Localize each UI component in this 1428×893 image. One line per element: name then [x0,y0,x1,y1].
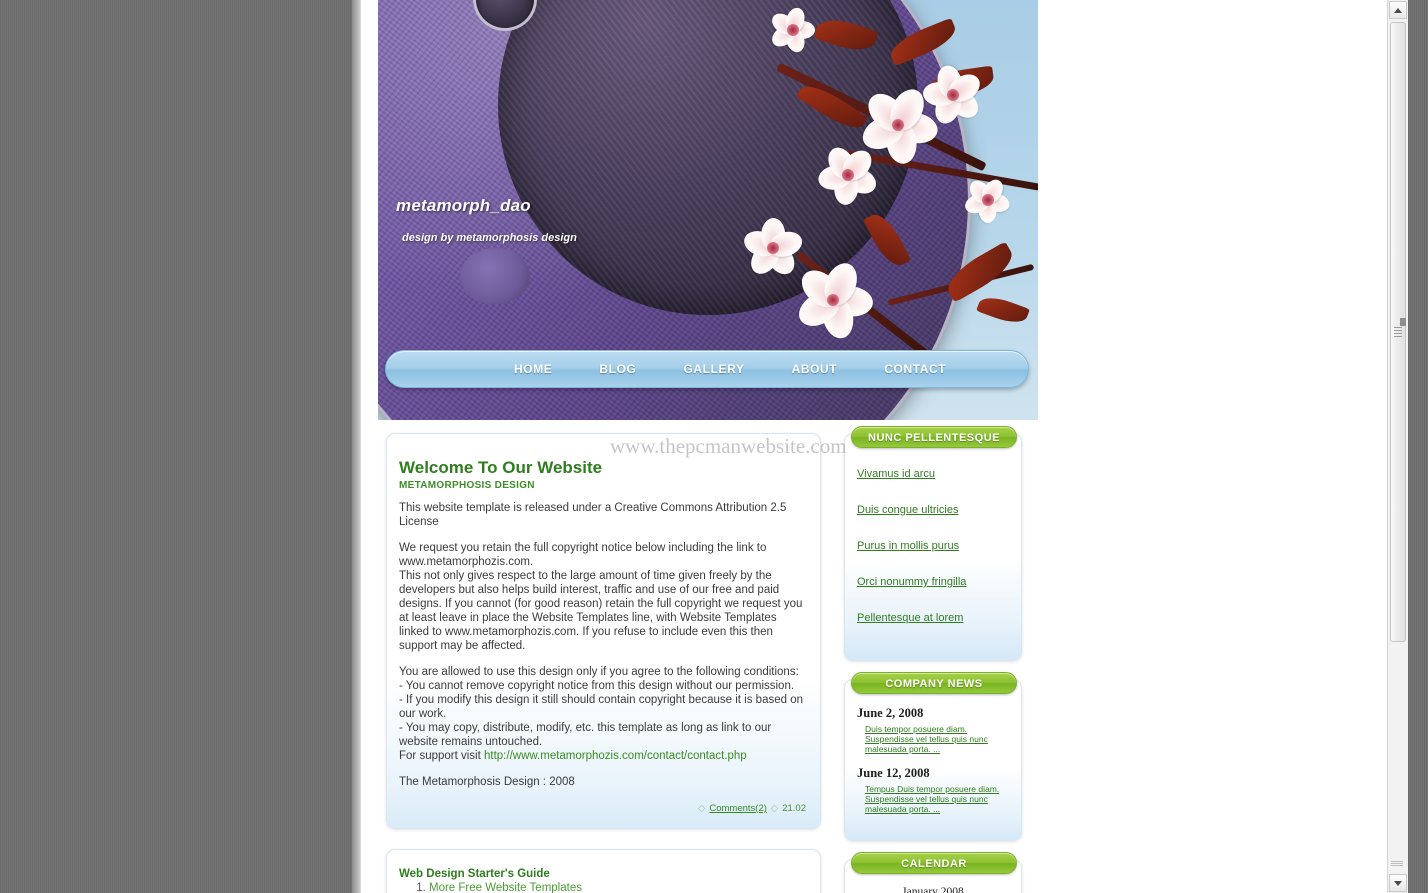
post-paragraph-1: This website template is released under … [399,502,787,528]
nav-item-gallery[interactable]: GALLERY [683,362,744,376]
sidebar-column: NUNC PELLENTESQUE Vivamus id arcu Duis co… [844,426,1022,893]
news-date: June 2, 2008 [857,706,924,720]
branch-leaf [886,17,960,67]
scrollbar-thumb[interactable] [1390,22,1406,642]
site-tagline: design by metamorphosis design [402,232,577,244]
nav-item-about[interactable]: ABOUT [792,362,838,376]
news-excerpt-link[interactable]: Tempus Duis tempor posuere diam. Suspend… [865,784,1009,814]
scroll-up-button[interactable] [1389,1,1407,19]
widget-company-news: COMPANY NEWS June 2, 2008 Duis tempor pos… [844,672,1022,841]
sidebar-link[interactable]: Purus in mollis purus [857,540,959,552]
site-title: metamorph_dao [396,196,531,215]
list-item: Purus in mollis purus [857,536,1009,554]
branch-leaf [862,208,912,272]
list-item: Duis congue ultricies [857,500,1009,518]
meta-bullet-icon: ◇ [770,803,779,814]
main-navigation[interactable]: HOME BLOG GALLERY ABOUT CONTACT [385,350,1029,388]
widget-pellentesque: NUNC PELLENTESQUE Vivamus id arcu Duis co… [844,426,1022,661]
post-welcome: Welcome To Our Website METAMORPHOSIS DES… [386,433,821,829]
vertical-scrollbar[interactable] [1387,0,1408,893]
support-prefix: For support visit [399,750,484,762]
window-left-edge [352,0,360,893]
post-paragraph-2: We request you retain the full copyright… [399,542,803,652]
chevron-down-icon [1394,880,1402,886]
widget-pellentesque-title: NUNC PELLENTESQUE [851,426,1017,448]
stone-lower-hole [460,248,530,304]
guide-list: More Free Website TemplatesFlash Templat… [399,882,806,893]
widget-calendar-title: CALENDAR [851,852,1017,874]
news-entry-list: June 2, 2008 Duis tempor posuere diam. Su… [857,706,1009,814]
guide-title: Web Design Starter's Guide [399,868,550,880]
chevron-up-icon [1394,7,1402,13]
window-edge-marker [1400,318,1406,326]
website-wrapper: metamorph_dao design by metamorphosis de… [378,0,1038,893]
guide-link[interactable]: More Free Website Templates [429,882,582,893]
list-item: Vivamus id arcu [857,464,1009,482]
scroll-down-button[interactable] [1389,874,1407,892]
header-title-group: metamorph_dao design by metamorphosis de… [396,196,577,244]
sidebar-link[interactable]: Vivamus id arcu [857,468,935,480]
news-entry: June 12, 2008 Tempus Duis tempor posuere … [857,766,1009,814]
browser-page-canvas: metamorph_dao design by metamorphosis de… [360,0,1408,893]
main-content-column: Welcome To Our Website METAMORPHOSIS DES… [386,433,821,893]
post-title: Welcome To Our Website [399,458,603,477]
post-subtitle: METAMORPHOSIS DESIGN [399,480,535,491]
scrollbar-grip-icon [1394,327,1402,337]
sidebar-link[interactable]: Duis congue ultricies [857,504,959,516]
list-item: Orci nonummy fringilla [857,572,1009,590]
guide-list-item: More Free Website Templates [429,882,806,893]
list-item: Pellentesque at lorem [857,608,1009,626]
post-guide: Web Design Starter's Guide More Free Web… [386,849,821,893]
news-date: June 12, 2008 [857,766,930,780]
sidebar-link[interactable]: Pellentesque at lorem [857,612,963,624]
meta-bullet-icon: ◇ [698,803,706,814]
support-link[interactable]: http://www.metamorphozis.com/contact/con… [484,750,747,762]
widget-calendar: CALENDAR January 2008 MTWTFSS [844,852,1022,893]
widget-news-title: COMPANY NEWS [851,672,1017,694]
branch-leaf [813,13,879,57]
news-excerpt-link[interactable]: Duis tempor posuere diam. Suspendisse ve… [865,724,1009,754]
comments-link[interactable]: Comments(2) [709,803,767,814]
nav-item-home[interactable]: HOME [514,362,552,376]
scrollbar-track-marker [1391,861,1403,867]
post-time: 21.02 [782,803,806,814]
sidebar-link[interactable]: Orci nonummy fringilla [857,576,966,588]
branch-leaf [976,292,1030,328]
post-meta: ◇ Comments(2) ◇ 21.02 [399,803,806,814]
nav-item-blog[interactable]: BLOG [599,362,636,376]
post-paragraph-3: You are allowed to use this design only … [399,666,803,748]
pellentesque-link-list: Vivamus id arcu Duis congue ultricies Puru… [857,464,1009,626]
post-signature: The Metamorphosis Design : 2008 [399,776,575,788]
nav-item-contact[interactable]: CONTACT [884,362,946,376]
calendar-caption: January 2008 [902,886,964,893]
news-entry: June 2, 2008 Duis tempor posuere diam. Su… [857,706,1009,754]
